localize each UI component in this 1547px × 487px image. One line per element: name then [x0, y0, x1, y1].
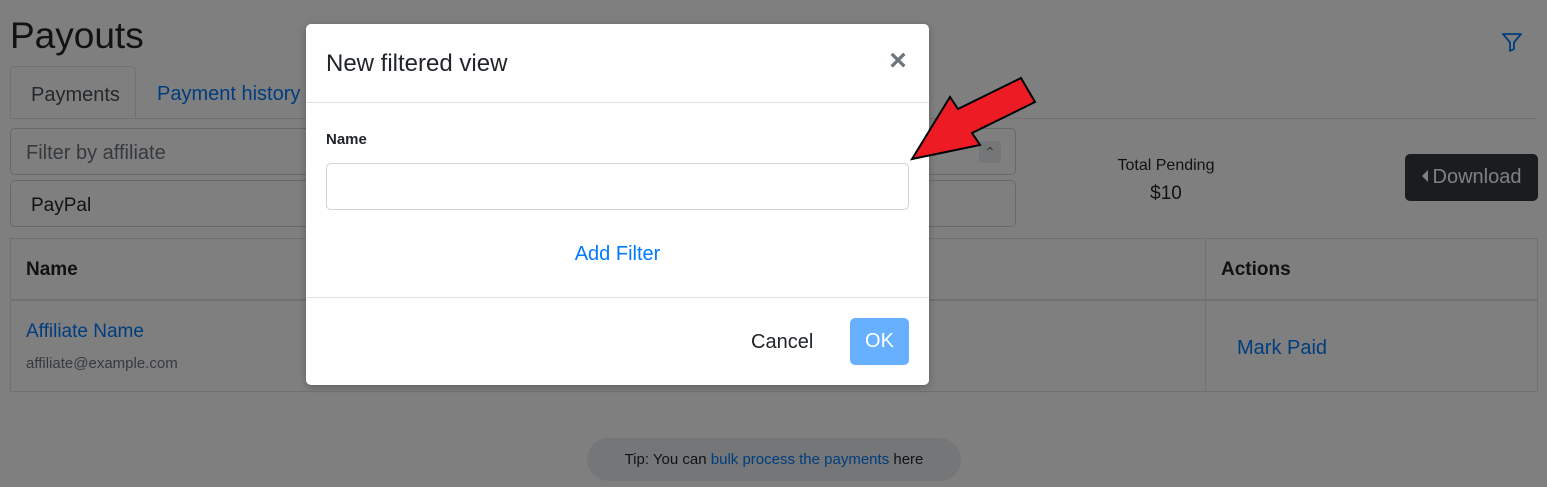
- cancel-button[interactable]: Cancel: [751, 331, 813, 354]
- modal-title: New filtered view: [326, 50, 508, 77]
- red-arrow-annotation: [905, 70, 1045, 170]
- name-label: Name: [326, 131, 367, 148]
- name-input[interactable]: [326, 163, 909, 210]
- ok-button[interactable]: OK: [850, 318, 909, 365]
- modal-header: New filtered view ×: [306, 24, 929, 103]
- add-filter-button[interactable]: Add Filter: [306, 243, 929, 266]
- new-filtered-view-dialog: New filtered view × Name Add Filter Canc…: [306, 24, 929, 385]
- modal-footer: Cancel OK: [306, 297, 929, 385]
